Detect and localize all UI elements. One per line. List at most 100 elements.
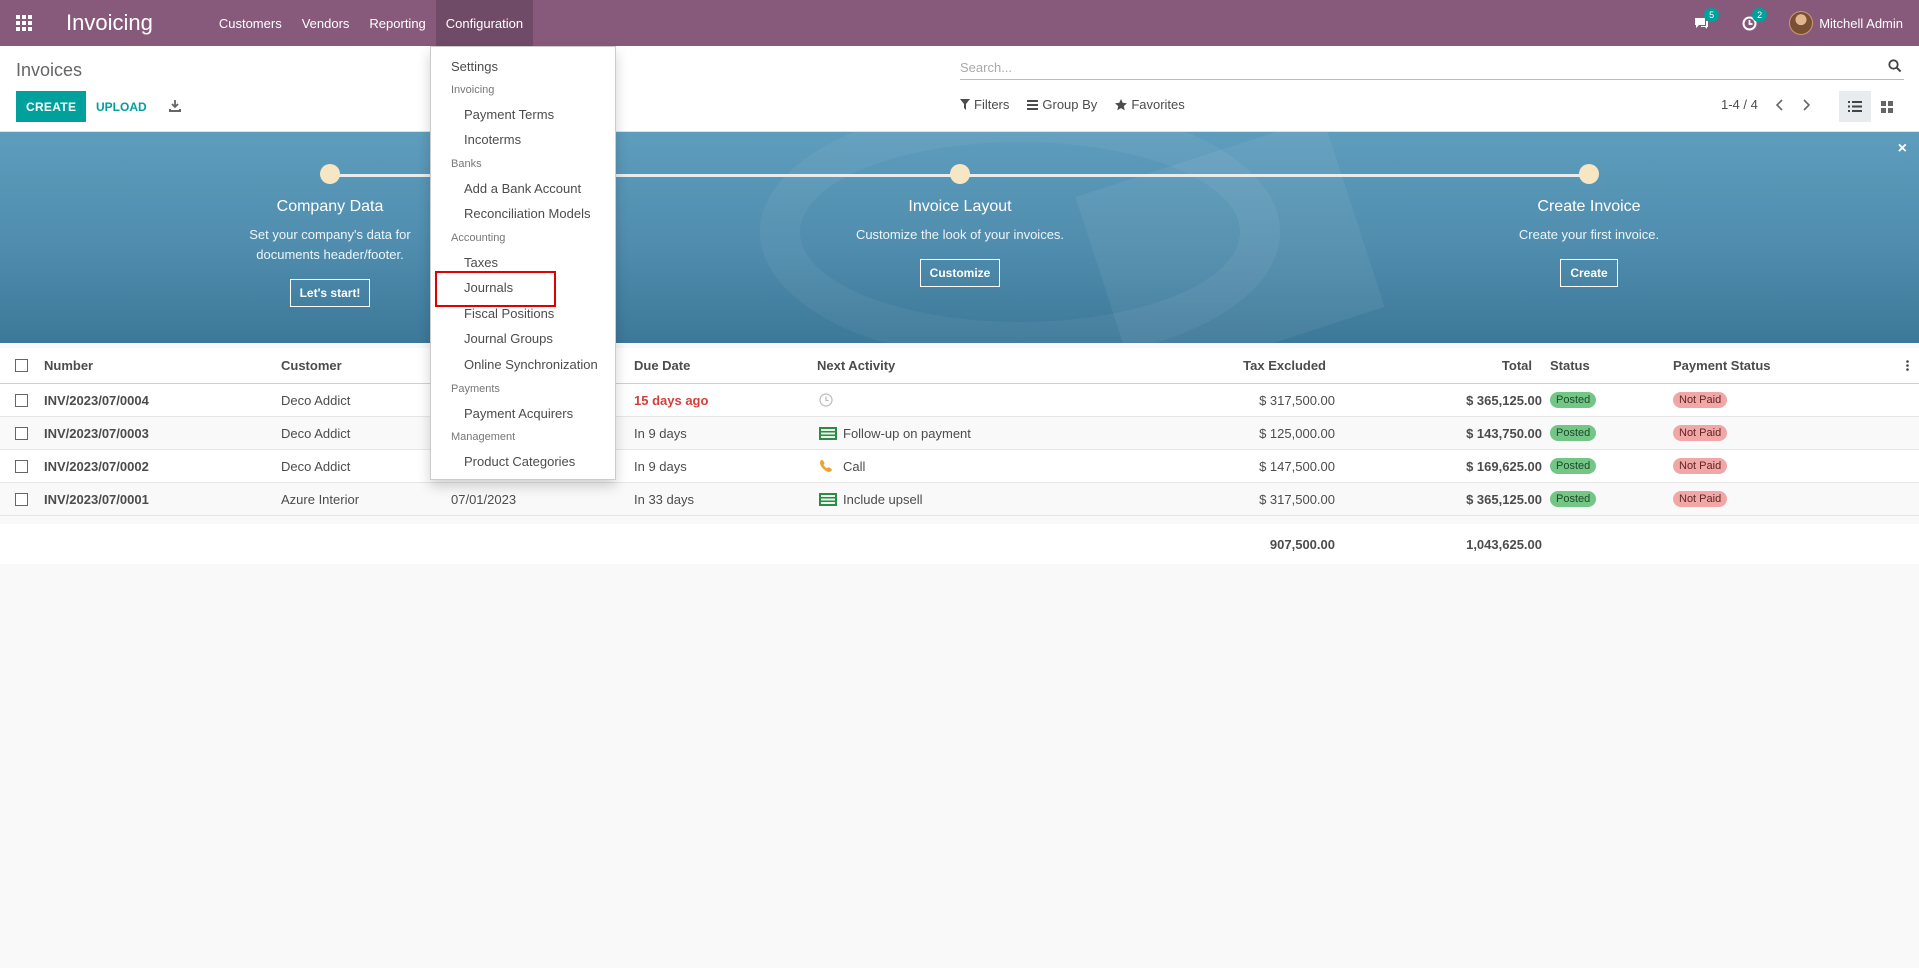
messages-count-badge: 5 <box>1704 8 1720 22</box>
next-activity[interactable]: Include upsell <box>819 483 923 515</box>
column-due-date[interactable]: Due Date <box>634 348 690 383</box>
activities-button[interactable]: 2 <box>1741 8 1768 31</box>
menu-item-fiscal-positions[interactable]: Fiscal Positions <box>431 303 615 323</box>
next-activity[interactable] <box>819 384 833 416</box>
step-description: Create your first invoice. <box>1518 227 1660 242</box>
tax-excluded-sum: 907,500.00 <box>1269 536 1335 552</box>
payment-status-badge: Not Paid <box>1673 483 1728 515</box>
menu-item-payment-acquirers[interactable]: Payment Acquirers <box>431 403 615 423</box>
chevron-right-icon[interactable] <box>1802 98 1810 111</box>
step-title: Invoice Layout <box>908 198 1012 215</box>
upload-button[interactable]: UPLOAD <box>88 91 155 122</box>
step-dot <box>1579 164 1599 184</box>
chevron-left-icon[interactable] <box>1775 98 1784 111</box>
column-number[interactable]: Number <box>44 348 93 383</box>
menu-item-payment-terms[interactable]: Payment Terms <box>431 104 615 124</box>
app-title[interactable]: Invoicing <box>66 10 153 36</box>
pager: 1-4 / 4 <box>1721 97 1810 112</box>
table-row[interactable]: INV/2023/07/0001 Azure Interior 07/01/20… <box>0 483 1919 516</box>
table-footer-totals: 907,500.00 1,043,625.00 <box>0 524 1919 564</box>
menu-item-taxes[interactable]: Taxes <box>431 252 615 272</box>
pager-value[interactable]: 1-4 / 4 <box>1721 97 1758 112</box>
step-dot <box>320 164 340 184</box>
tax-excluded: $ 317,500.00 <box>1259 392 1335 408</box>
menu-item-journals[interactable]: Journals <box>431 277 615 297</box>
customer-name: Deco Addict <box>281 392 351 408</box>
total-amount: $ 143,750.00 <box>1466 425 1542 441</box>
menu-item-incoterms[interactable]: Incoterms <box>431 129 615 149</box>
row-checkbox[interactable] <box>15 450 28 482</box>
select-all-checkbox[interactable] <box>15 348 28 383</box>
filters-button[interactable]: Filters <box>960 97 1009 112</box>
filter-icon <box>960 99 970 110</box>
activities-count-badge: 2 <box>1752 8 1768 22</box>
total-amount: $ 169,625.00 <box>1466 458 1542 474</box>
invoice-number: INV/2023/07/0004 <box>44 392 149 408</box>
menu-configuration[interactable]: Configuration <box>435 0 534 46</box>
tax-excluded: $ 125,000.00 <box>1259 425 1335 441</box>
favorites-button[interactable]: Favorites <box>1115 97 1185 112</box>
create-button[interactable]: CREATE <box>16 91 87 122</box>
column-payment-status[interactable]: Payment Status <box>1673 348 1771 383</box>
list-view-button[interactable] <box>1839 91 1871 122</box>
menu-item-reconciliation-models[interactable]: Reconciliation Models <box>431 203 615 223</box>
row-checkbox[interactable] <box>15 417 28 449</box>
configuration-dropdown: Settings Invoicing Payment Terms Incoter… <box>430 46 616 480</box>
table-row[interactable]: INV/2023/07/0002 Deco Addict In 9 days C… <box>0 450 1919 483</box>
messages-button[interactable]: 5 <box>1693 8 1720 31</box>
menu-item-online-synchronization[interactable]: Online Synchronization <box>431 354 615 374</box>
next-activity[interactable]: Follow-up on payment <box>819 417 971 449</box>
close-icon[interactable]: × <box>1898 140 1907 158</box>
due-date: In 9 days <box>634 458 687 474</box>
groupby-button[interactable]: Group By <box>1027 97 1097 112</box>
invoice-date: 07/01/2023 <box>451 491 517 507</box>
breadcrumb: Invoices <box>16 60 83 80</box>
column-total[interactable]: Total <box>1340 348 1532 383</box>
column-tax-excluded[interactable]: Tax Excluded <box>1100 348 1326 383</box>
menu-vendors[interactable]: Vendors <box>292 0 360 46</box>
menu-item-journal-groups[interactable]: Journal Groups <box>431 328 615 348</box>
kanban-view-button[interactable] <box>1871 91 1903 122</box>
menu-item-add-bank-account[interactable]: Add a Bank Account <box>431 178 615 198</box>
search-icon[interactable] <box>1888 59 1902 73</box>
view-switcher <box>1839 91 1903 122</box>
download-button[interactable] <box>166 97 184 115</box>
menu-header-banks: Banks <box>451 158 482 170</box>
top-navbar: Invoicing Customers Vendors Reporting Co… <box>0 0 1919 46</box>
table-row[interactable]: INV/2023/07/0003 Deco Addict In 9 days F… <box>0 417 1919 450</box>
menu-item-product-categories[interactable]: Product Categories <box>431 451 615 471</box>
table-row[interactable]: INV/2023/07/0004 Deco Addict 15 days ago… <box>0 384 1919 417</box>
menu-customers[interactable]: Customers <box>209 0 292 46</box>
create-invoice-button[interactable]: Create <box>1560 259 1618 287</box>
control-panel: Invoices CREATE UPLOAD Filters Group By … <box>0 46 1919 132</box>
apps-menu-icon[interactable] <box>0 0 48 46</box>
user-menu[interactable]: Mitchell Admin <box>1789 11 1903 35</box>
customize-button[interactable]: Customize <box>919 259 1001 287</box>
customer-name: Azure Interior <box>281 491 360 507</box>
invoice-number: INV/2023/07/0001 <box>44 491 149 507</box>
list-view-icon <box>1848 101 1862 112</box>
search-input[interactable] <box>960 56 1860 78</box>
total-amount: $ 365,125.00 <box>1466 392 1542 408</box>
row-checkbox[interactable] <box>15 483 28 515</box>
status-badge: Posted <box>1550 483 1597 515</box>
customer-name: Deco Addict <box>281 425 351 441</box>
invoice-list: Number Customer Due Date Next Activity T… <box>0 348 1919 516</box>
menu-header-accounting: Accounting <box>451 232 506 244</box>
user-name: Mitchell Admin <box>1819 15 1903 31</box>
next-activity[interactable]: Call <box>819 450 865 482</box>
column-customer[interactable]: Customer <box>281 348 342 383</box>
customer-name: Deco Addict <box>281 458 351 474</box>
avatar <box>1789 11 1814 35</box>
menu-item-settings[interactable]: Settings <box>431 56 615 76</box>
column-next-activity[interactable]: Next Activity <box>817 348 895 383</box>
menu-reporting[interactable]: Reporting <box>359 0 435 46</box>
search-options: Filters Group By Favorites <box>960 97 1185 112</box>
optional-columns-icon[interactable] <box>1906 348 1909 383</box>
clock-icon <box>819 393 833 407</box>
invoice-number: INV/2023/07/0003 <box>44 425 149 441</box>
status-badge: Posted <box>1550 417 1597 449</box>
lets-start-button[interactable]: Let's start! <box>289 279 371 307</box>
row-checkbox[interactable] <box>15 384 28 416</box>
column-status[interactable]: Status <box>1550 348 1590 383</box>
